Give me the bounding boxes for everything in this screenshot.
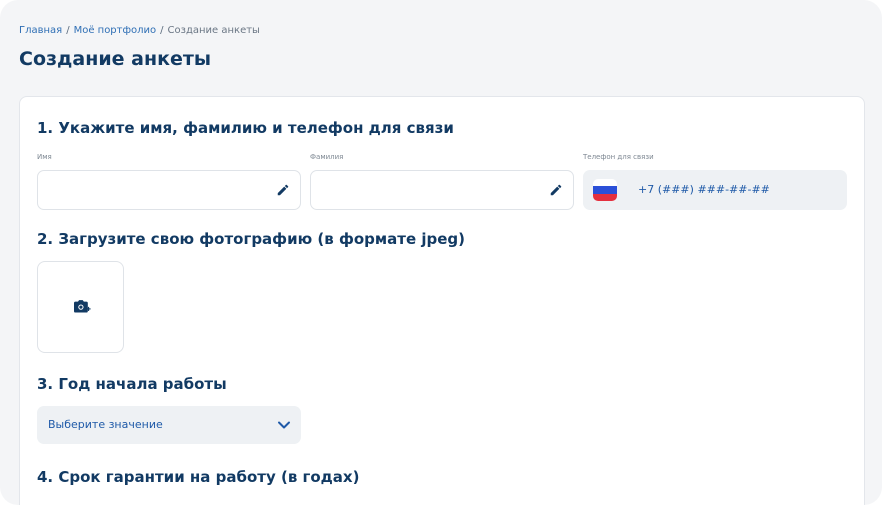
photo-upload-button[interactable] (37, 261, 124, 353)
form-card: 1. Укажите имя, фамилию и телефон для св… (19, 96, 865, 505)
breadcrumb: Главная / Моё портфолио / Создание анкеты (19, 25, 260, 36)
first-name-field[interactable] (37, 170, 301, 210)
first-name-label: Имя (37, 153, 52, 161)
start-year-select[interactable]: Выберите значение (37, 406, 301, 444)
section-title-contacts: 1. Укажите имя, фамилию и телефон для св… (37, 119, 454, 137)
phone-field[interactable]: +7 (###) ###-##-## (583, 170, 847, 210)
breadcrumb-separator: / (66, 25, 70, 36)
breadcrumb-portfolio-link[interactable]: Моё портфолио (74, 25, 157, 36)
start-year-select-value: Выберите значение (48, 418, 163, 431)
section-title-start-year: 3. Год начала работы (37, 375, 227, 393)
pencil-icon[interactable] (549, 183, 563, 197)
last-name-label: Фамилия (310, 153, 344, 161)
breadcrumb-separator: / (160, 25, 164, 36)
page-title: Создание анкеты (19, 48, 212, 70)
last-name-field[interactable] (310, 170, 574, 210)
chevron-down-icon[interactable] (277, 419, 291, 431)
pencil-icon[interactable] (276, 183, 290, 197)
breadcrumb-home-link[interactable]: Главная (19, 25, 62, 36)
app-frame: Главная / Моё портфолио / Создание анкеты Со… (0, 0, 882, 505)
section-title-photo: 2. Загрузите свою фотографию (в формате … (37, 230, 465, 248)
breadcrumb-current: Создание анкеты (167, 25, 260, 36)
phone-label: Телефон для связи (583, 153, 654, 161)
phone-placeholder: +7 (###) ###-##-## (638, 183, 770, 196)
section-title-warranty: 4. Срок гарантии на работу (в годах) (37, 468, 360, 486)
camera-add-icon (74, 300, 91, 313)
russia-flag-icon[interactable] (593, 179, 617, 201)
